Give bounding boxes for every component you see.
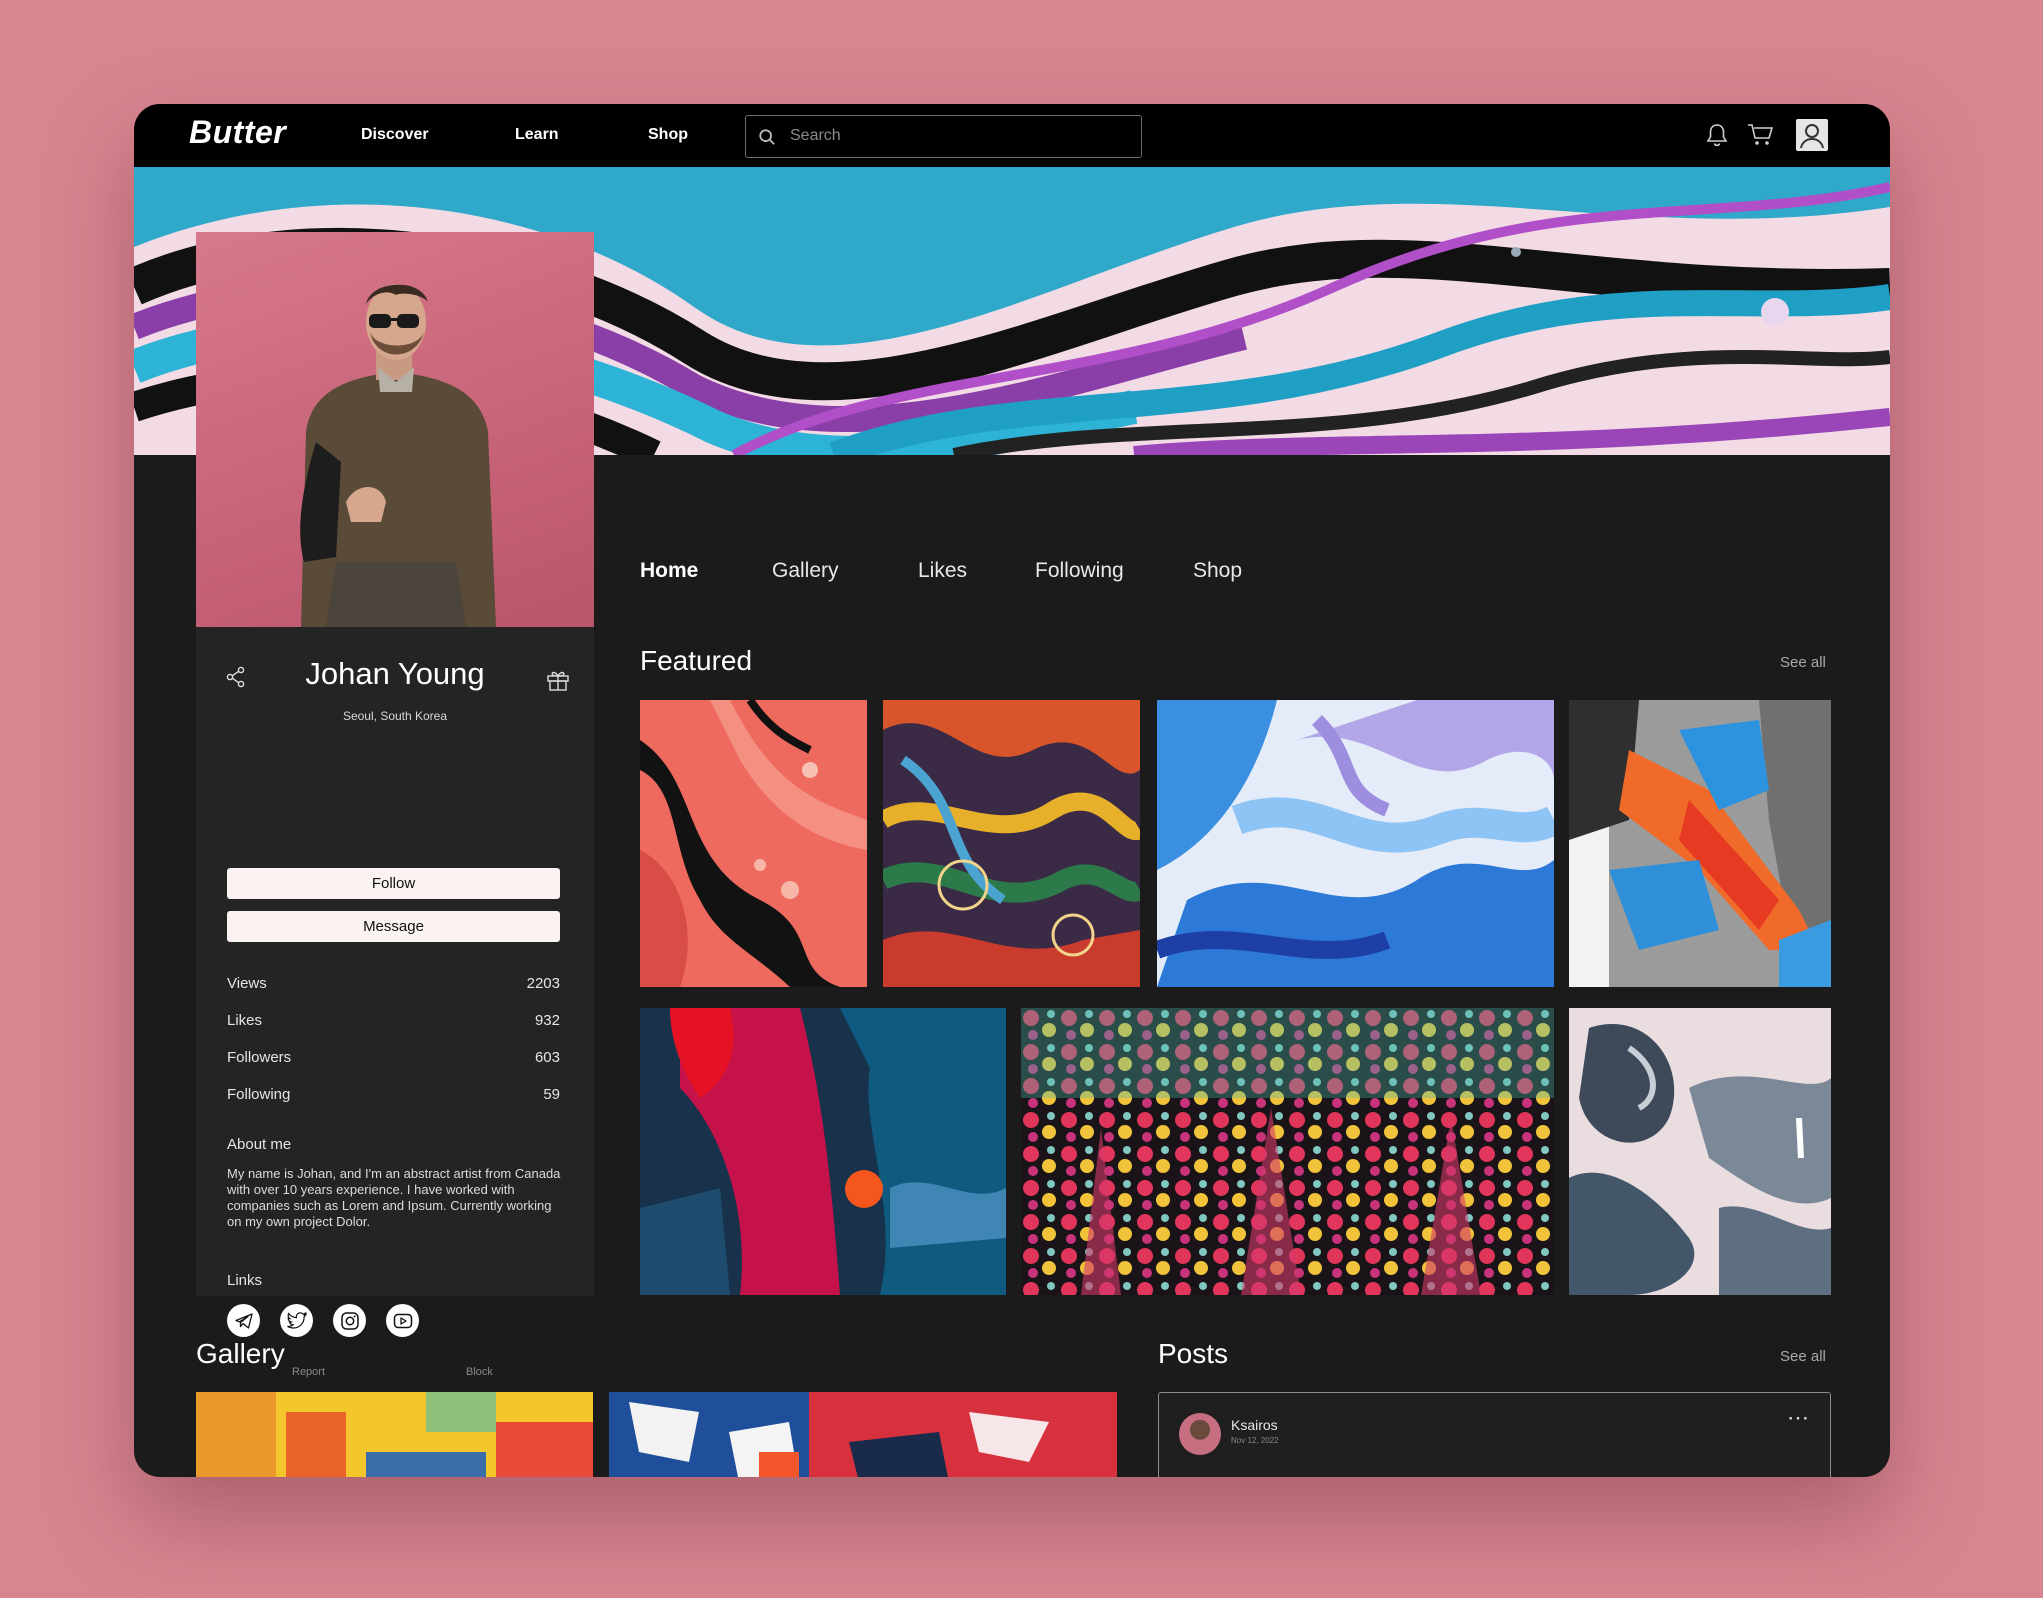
artwork-image [609, 1392, 1117, 1477]
search-input[interactable] [790, 116, 1130, 156]
report-link[interactable]: Report [292, 1366, 325, 1378]
about-text: My name is Johan, and I'm an abstract ar… [227, 1166, 561, 1229]
profile-location: Seoul, South Korea [342, 709, 448, 723]
stat-label: Following [227, 1086, 291, 1103]
profile-card: Johan Young Seoul, South Korea Follow Me… [196, 232, 594, 1378]
twitter-link[interactable] [280, 1304, 313, 1337]
bell-icon[interactable] [1705, 122, 1729, 148]
featured-art-5[interactable] [640, 1008, 1006, 1295]
stat-views: Views 2203 [227, 975, 560, 992]
search-box[interactable] [745, 115, 1142, 158]
stat-value: 2203 [526, 975, 560, 992]
featured-art-6[interactable] [1021, 1008, 1554, 1295]
artwork-image [196, 1392, 593, 1477]
top-nav: Butter Discover Learn Shop [134, 104, 1890, 167]
stat-following: Following 59 [227, 1086, 560, 1103]
gallery-art-2[interactable] [609, 1392, 1117, 1477]
cart-icon[interactable] [1746, 122, 1774, 148]
featured-art-1[interactable] [640, 700, 867, 987]
avatar[interactable] [1179, 1413, 1221, 1455]
profile-name: Johan Young [305, 656, 485, 691]
profile-photo [196, 232, 594, 627]
tab-likes[interactable]: Likes [918, 559, 967, 583]
artwork-image [1569, 1008, 1831, 1295]
artwork-image [883, 700, 1140, 987]
about-heading: About me [227, 1136, 292, 1153]
telegram-icon [234, 1312, 253, 1329]
artwork-image [640, 1008, 1006, 1295]
stat-value: 59 [543, 1086, 560, 1103]
instagram-link[interactable] [333, 1304, 366, 1337]
featured-art-4[interactable] [1569, 700, 1831, 987]
youtube-link[interactable] [386, 1304, 419, 1337]
gallery-art-1[interactable] [196, 1392, 593, 1477]
post-username[interactable]: Ksairos [1231, 1417, 1278, 1433]
profile-photo-art [300, 284, 496, 627]
artwork-image [640, 700, 867, 987]
more-options-icon[interactable]: ⋯ [1787, 1405, 1810, 1431]
youtube-icon [393, 1313, 412, 1328]
block-link[interactable]: Block [466, 1366, 493, 1378]
gallery-heading: Gallery [196, 1338, 285, 1369]
tab-following[interactable]: Following [1035, 559, 1124, 583]
telegram-link[interactable] [227, 1304, 260, 1337]
stat-label: Likes [227, 1012, 263, 1029]
nav-discover[interactable]: Discover [361, 126, 429, 144]
featured-art-3[interactable] [1157, 700, 1554, 987]
app-window: Butter Discover Learn Shop Search Johan … [134, 104, 1890, 1477]
featured-see-all[interactable]: See all [1780, 654, 1826, 671]
posts-heading: Posts [1158, 1338, 1229, 1369]
tab-shop[interactable]: Shop [1193, 559, 1242, 583]
message-button[interactable]: Message [227, 911, 560, 942]
artwork-image [1569, 700, 1831, 987]
follow-button[interactable]: Follow [227, 868, 560, 899]
instagram-icon [340, 1311, 359, 1330]
stat-followers: Followers 603 [227, 1049, 560, 1066]
post-card[interactable]: Ksairos Nov 12, 2022 ⋯ [1158, 1392, 1831, 1477]
featured-art-7[interactable] [1569, 1008, 1831, 1295]
tab-gallery[interactable]: Gallery [772, 559, 839, 583]
nav-learn[interactable]: Learn [515, 126, 559, 144]
stat-likes: Likes 932 [227, 1012, 560, 1029]
nav-shop[interactable]: Shop [648, 126, 688, 144]
stat-value: 932 [534, 1012, 560, 1029]
tab-home[interactable]: Home [640, 559, 698, 583]
links-heading: Links [227, 1272, 263, 1289]
stat-value: 603 [534, 1049, 560, 1066]
gift-icon[interactable] [546, 668, 570, 692]
post-date: Nov 12, 2022 [1231, 1436, 1279, 1445]
posts-see-all[interactable]: See all [1780, 1348, 1826, 1365]
brand-logo[interactable]: Butter [189, 114, 286, 151]
featured-art-2[interactable] [883, 700, 1140, 987]
user-icon[interactable] [1796, 119, 1828, 151]
stat-label: Views [227, 975, 267, 992]
artwork-image [1157, 700, 1554, 987]
artwork-image [1021, 1008, 1554, 1295]
stat-label: Followers [227, 1049, 292, 1066]
featured-heading: Featured [640, 645, 753, 676]
twitter-icon [286, 1311, 307, 1329]
search-icon [759, 129, 775, 145]
